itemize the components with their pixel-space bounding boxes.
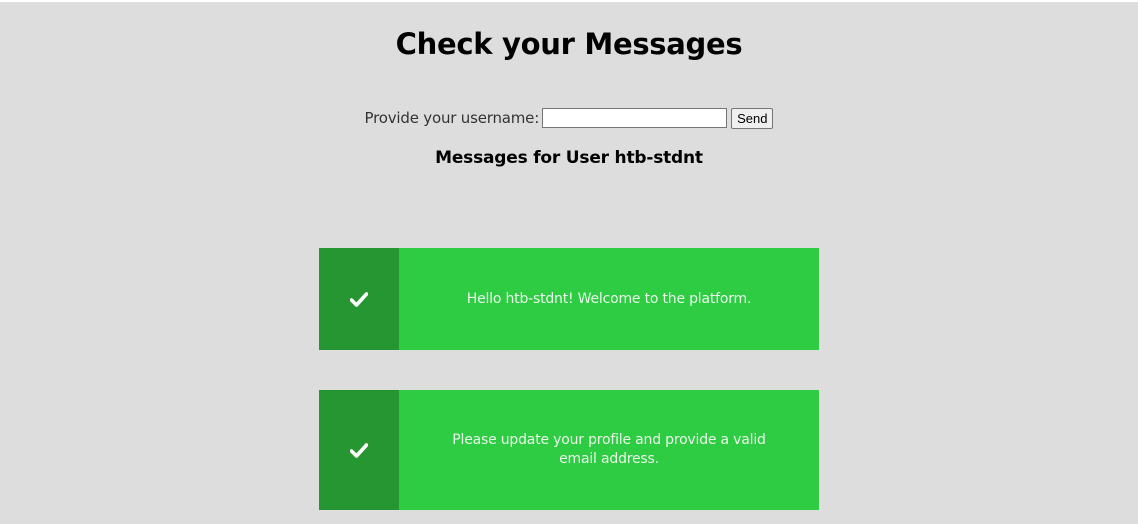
username-label: Provide your username: — [364, 109, 540, 127]
message-icon-box — [319, 390, 399, 510]
page: Check your Messages Provide your usernam… — [0, 2, 1138, 524]
send-button[interactable]: Send — [731, 107, 774, 129]
message-text-box: Hello htb-stdnt! Welcome to the platform… — [399, 248, 819, 350]
message-icon-box — [319, 248, 399, 350]
message-text: Please update your profile and provide a… — [452, 432, 766, 467]
message-text-box: Please update your profile and provide a… — [399, 390, 819, 510]
message-item: Please update your profile and provide a… — [319, 390, 819, 510]
check-icon — [350, 442, 368, 458]
messages-heading: Messages for User htb-stdnt — [435, 148, 703, 168]
message-item: Hello htb-stdnt! Welcome to the platform… — [319, 248, 819, 350]
page-title: Check your Messages — [395, 27, 743, 61]
username-form: Provide your username: Send — [0, 107, 1138, 129]
message-text: Hello htb-stdnt! Welcome to the platform… — [466, 290, 752, 307]
check-icon — [350, 291, 368, 307]
username-input[interactable] — [542, 108, 728, 128]
